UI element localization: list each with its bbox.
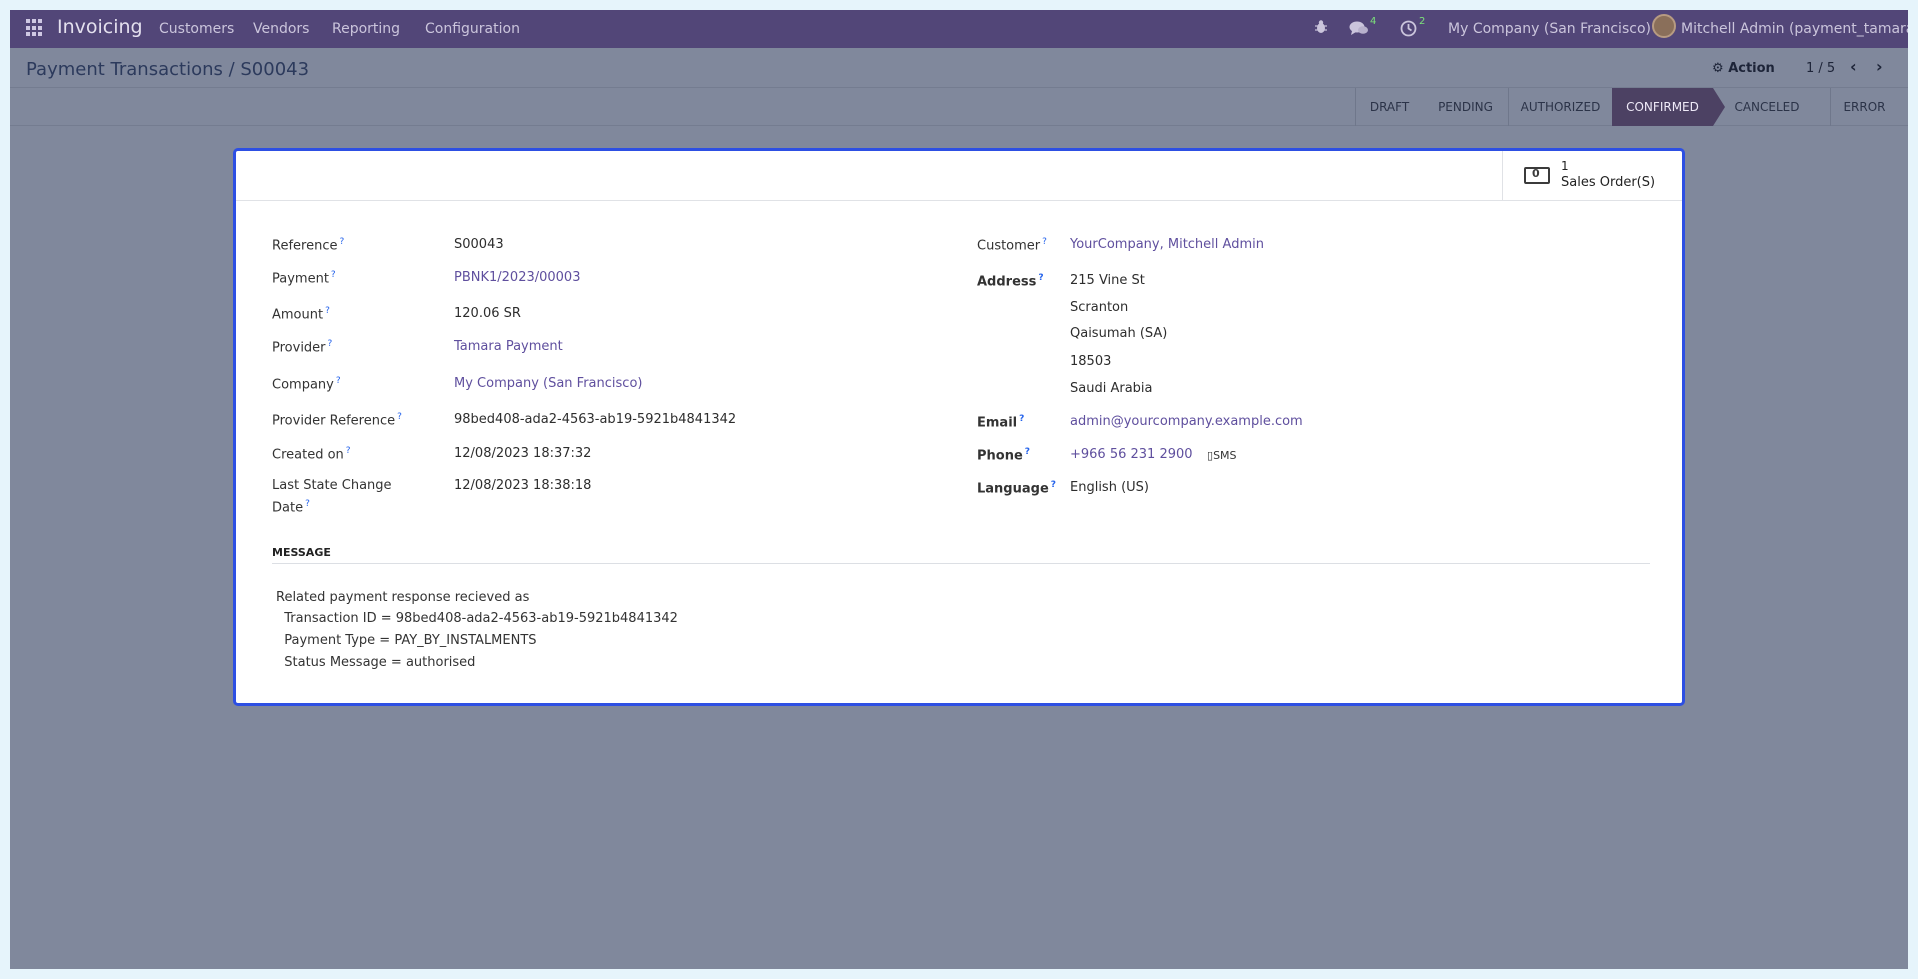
top-navbar: Invoicing Customers Vendors Reporting Co… (10, 10, 1908, 48)
provider-label: Provider? (272, 339, 333, 356)
email-link[interactable]: admin@yourcompany.example.com (1070, 414, 1303, 429)
activities-badge: 2 (1419, 16, 1426, 27)
amount-label: Amount? (272, 306, 330, 323)
button-box: 1 Sales Order(S) (236, 151, 1682, 201)
address-line: Qaisumah (SA) (1070, 326, 1168, 341)
reference-label: Reference? (272, 237, 345, 254)
last-state-change-label-date: Date? (272, 499, 310, 516)
created-on-value: 12/08/2023 18:37:32 (454, 446, 592, 461)
help-icon[interactable]: ? (339, 237, 344, 247)
section-divider (272, 563, 1650, 564)
message-line: Transaction ID = 98bed408-ada2-4563-ab19… (276, 611, 678, 626)
last-state-change-value: 12/08/2023 18:38:18 (454, 478, 592, 493)
app-brand[interactable]: Invoicing (57, 16, 143, 38)
payment-label: Payment? (272, 270, 336, 287)
sales-order-smart-button[interactable]: 1 Sales Order(S) (1502, 151, 1682, 201)
help-icon[interactable]: ? (305, 499, 310, 509)
messages-badge: 4 (1370, 16, 1377, 27)
help-icon[interactable]: ? (328, 339, 333, 349)
help-icon[interactable]: ? (397, 412, 402, 422)
stage-draft[interactable]: DRAFT (1355, 88, 1423, 126)
sales-order-label: Sales Order(S) (1561, 175, 1656, 190)
created-on-label: Created on? (272, 446, 351, 463)
provider-reference-label: Provider Reference? (272, 412, 402, 429)
provider-link[interactable]: Tamara Payment (454, 339, 563, 354)
address-line: 18503 (1070, 354, 1112, 369)
menu-reporting[interactable]: Reporting (332, 21, 400, 37)
help-icon[interactable]: ? (1019, 414, 1024, 424)
help-icon[interactable]: ? (336, 376, 341, 386)
customer-link[interactable]: YourCompany, Mitchell Admin (1070, 237, 1264, 252)
app-window: Invoicing Customers Vendors Reporting Co… (10, 10, 1908, 969)
help-icon[interactable]: ? (1051, 480, 1056, 490)
menu-configuration[interactable]: Configuration (425, 21, 520, 37)
message-line: Status Message = authorised (276, 655, 476, 670)
amount-value: 120.06 SR (454, 306, 521, 321)
customer-label: Customer? (977, 237, 1047, 254)
message-line: Related payment response recieved as (276, 590, 530, 605)
help-icon[interactable]: ? (1042, 237, 1047, 247)
message-section-title: MESSAGE (272, 546, 331, 559)
last-state-change-label: Last State Change (272, 478, 392, 493)
control-panel: Payment Transactions / S00043 ⚙ Action 1… (10, 48, 1908, 88)
company-link[interactable]: My Company (San Francisco) (454, 376, 642, 391)
messages-icon[interactable]: 4 (1349, 16, 1376, 40)
pager-previous-icon[interactable]: ‹ (1850, 57, 1857, 76)
stage-error[interactable]: ERROR (1830, 88, 1898, 126)
company-switcher[interactable]: My Company (San Francisco) (1448, 21, 1651, 37)
help-icon[interactable]: ? (346, 446, 351, 456)
activities-icon[interactable]: 2 (1400, 16, 1425, 41)
help-icon[interactable]: ? (331, 270, 336, 280)
sms-button[interactable]: ▯SMS (1207, 449, 1237, 462)
gear-icon: ⚙ (1712, 61, 1724, 76)
address-line: Scranton (1070, 300, 1129, 315)
email-label: Email? (977, 414, 1025, 431)
pager-value[interactable]: 1 / 5 (1806, 61, 1835, 76)
menu-vendors[interactable]: Vendors (253, 21, 309, 37)
breadcrumb[interactable]: Payment Transactions / S00043 (26, 59, 309, 80)
stage-confirmed[interactable]: CONFIRMED (1612, 88, 1725, 126)
help-icon[interactable]: ? (1025, 447, 1030, 457)
payment-link[interactable]: PBNK1/2023/00003 (454, 270, 580, 285)
language-label: Language? (977, 480, 1057, 497)
action-label: Action (1728, 61, 1775, 76)
action-button[interactable]: ⚙ Action (1712, 61, 1775, 76)
stage-canceled[interactable]: CANCELED (1725, 88, 1809, 126)
bug-icon[interactable] (1314, 19, 1328, 39)
sales-order-count: 1 (1561, 159, 1569, 173)
address-line: Saudi Arabia (1070, 381, 1153, 396)
help-icon[interactable]: ? (1038, 273, 1043, 283)
menu-customers[interactable]: Customers (159, 21, 234, 37)
language-value: English (US) (1070, 480, 1149, 495)
message-line: Payment Type = PAY_BY_INSTALMENTS (276, 633, 537, 648)
money-icon (1524, 167, 1550, 184)
phone-link[interactable]: +966 56 231 2900 (1070, 447, 1193, 462)
stage-pending[interactable]: PENDING (1423, 88, 1508, 126)
form-sheet: 1 Sales Order(S) Reference? S00043 Payme… (233, 148, 1685, 706)
company-label: Company? (272, 376, 341, 393)
stage-authorized[interactable]: AUTHORIZED (1508, 88, 1612, 126)
address-label: Address? (977, 273, 1044, 290)
help-icon[interactable]: ? (325, 306, 330, 316)
user-menu[interactable]: Mitchell Admin (payment_tamara) (1681, 21, 1908, 37)
pager-next-icon[interactable]: › (1876, 57, 1883, 76)
phone-label: Phone? (977, 447, 1031, 464)
status-bar: DRAFT PENDING AUTHORIZED CONFIRMED CANCE… (10, 88, 1908, 126)
user-avatar[interactable] (1652, 14, 1676, 38)
address-line: 215 Vine St (1070, 273, 1145, 288)
apps-menu-icon[interactable] (26, 19, 44, 37)
provider-reference-value: 98bed408-ada2-4563-ab19-5921b4841342 (454, 412, 737, 427)
reference-value: S00043 (454, 237, 504, 252)
